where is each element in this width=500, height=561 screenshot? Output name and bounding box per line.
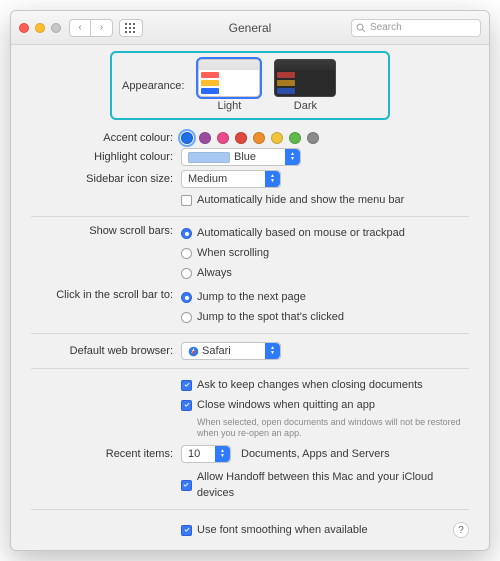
recent-label: Recent items: (31, 448, 181, 460)
help-button[interactable]: ? (453, 522, 469, 538)
browser-label: Default web browser: (31, 345, 181, 357)
grid-button[interactable] (119, 19, 143, 37)
zoom-button[interactable] (51, 23, 61, 33)
radio-label: Automatically based on mouse or trackpad (197, 225, 405, 241)
ask-keep-checkbox[interactable]: Ask to keep changes when closing documen… (181, 377, 423, 393)
accent-label: Accent colour: (31, 132, 181, 144)
scrollbars-option-1[interactable]: When scrolling (181, 245, 269, 261)
radio-icon (181, 268, 192, 279)
sidebar-size-dropdown[interactable]: Medium (181, 170, 281, 188)
appearance-label: Appearance: (122, 80, 184, 92)
accent-dot-0[interactable] (181, 132, 193, 144)
highlight-swatch (188, 152, 230, 163)
accent-dot-5[interactable] (271, 132, 283, 144)
fontsmoothing-checkbox[interactable]: Use font smoothing when available (181, 522, 368, 538)
scrollclick-label: Click in the scroll bar to: (31, 289, 181, 301)
radio-icon (181, 312, 192, 323)
chevron-icon (265, 171, 280, 187)
handoff-checkbox[interactable]: Allow Handoff between this Mac and your … (181, 469, 469, 501)
radio-icon (181, 292, 192, 303)
content-area: Appearance: Light Dark Accent colour: (11, 45, 489, 550)
accent-dot-7[interactable] (307, 132, 319, 144)
browser-value: Safari (202, 345, 231, 357)
radio-label: Always (197, 265, 232, 281)
auto-hide-menubar-checkbox[interactable]: Automatically hide and show the menu bar (181, 192, 404, 208)
highlight-label: Highlight colour: (31, 151, 181, 163)
accent-dot-4[interactable] (253, 132, 265, 144)
fontsmoothing-label: Use font smoothing when available (197, 522, 368, 538)
close-windows-checkbox[interactable]: Close windows when quitting an app (181, 397, 375, 413)
scrollclick-option-1[interactable]: Jump to the spot that's clicked (181, 309, 344, 325)
highlight-value: Blue (234, 151, 256, 163)
safari-icon (188, 346, 199, 357)
sidebar-size-label: Sidebar icon size: (31, 173, 181, 185)
appearance-light-option[interactable]: Light (198, 59, 260, 112)
scrollclick-option-0[interactable]: Jump to the next page (181, 289, 306, 305)
close-windows-label: Close windows when quitting an app (197, 397, 375, 413)
accent-dot-3[interactable] (235, 132, 247, 144)
recent-value: 10 (188, 448, 200, 460)
search-icon (356, 23, 366, 33)
checkbox-icon (181, 480, 192, 491)
accent-dot-1[interactable] (199, 132, 211, 144)
radio-icon (181, 248, 192, 259)
checkbox-icon (181, 380, 192, 391)
nav-buttons: ‹ › (69, 19, 113, 37)
dark-thumbnail (274, 59, 336, 97)
close-button[interactable] (19, 23, 29, 33)
checkbox-icon (181, 195, 192, 206)
light-label: Light (217, 100, 241, 112)
highlight-dropdown[interactable]: Blue (181, 148, 301, 166)
radio-label: When scrolling (197, 245, 269, 261)
scrollbars-label: Show scroll bars: (31, 225, 181, 237)
light-thumbnail (198, 59, 260, 97)
checkbox-icon (181, 400, 192, 411)
recent-dropdown[interactable]: 10 (181, 445, 231, 463)
ask-keep-label: Ask to keep changes when closing documen… (197, 377, 423, 393)
checkbox-icon (181, 525, 192, 536)
auto-hide-menubar-label: Automatically hide and show the menu bar (197, 192, 404, 208)
appearance-dark-option[interactable]: Dark (274, 59, 336, 112)
search-placeholder: Search (370, 22, 402, 33)
scrollbars-option-0[interactable]: Automatically based on mouse or trackpad (181, 225, 405, 241)
back-button[interactable]: ‹ (69, 19, 91, 37)
recent-suffix: Documents, Apps and Servers (241, 448, 390, 460)
minimize-button[interactable] (35, 23, 45, 33)
accent-dot-6[interactable] (289, 132, 301, 144)
general-preferences-window: ‹ › General Search Appearance: Light (10, 10, 490, 551)
radio-label: Jump to the spot that's clicked (197, 309, 344, 325)
chevron-icon (215, 446, 230, 462)
sidebar-size-value: Medium (188, 173, 227, 185)
accent-dots (181, 132, 319, 144)
chevron-icon (265, 343, 280, 359)
appearance-highlight: Appearance: Light Dark (110, 51, 390, 120)
browser-dropdown[interactable]: Safari (181, 342, 281, 360)
radio-icon (181, 228, 192, 239)
search-input[interactable]: Search (351, 19, 481, 37)
close-windows-subtext: When selected, open documents and window… (197, 417, 469, 439)
forward-button[interactable]: › (91, 19, 113, 37)
radio-label: Jump to the next page (197, 289, 306, 305)
dark-label: Dark (294, 100, 317, 112)
traffic-lights (19, 23, 61, 33)
chevron-icon (285, 149, 300, 165)
accent-dot-2[interactable] (217, 132, 229, 144)
scrollbars-option-2[interactable]: Always (181, 265, 232, 281)
handoff-label: Allow Handoff between this Mac and your … (197, 469, 469, 501)
titlebar: ‹ › General Search (11, 11, 489, 45)
